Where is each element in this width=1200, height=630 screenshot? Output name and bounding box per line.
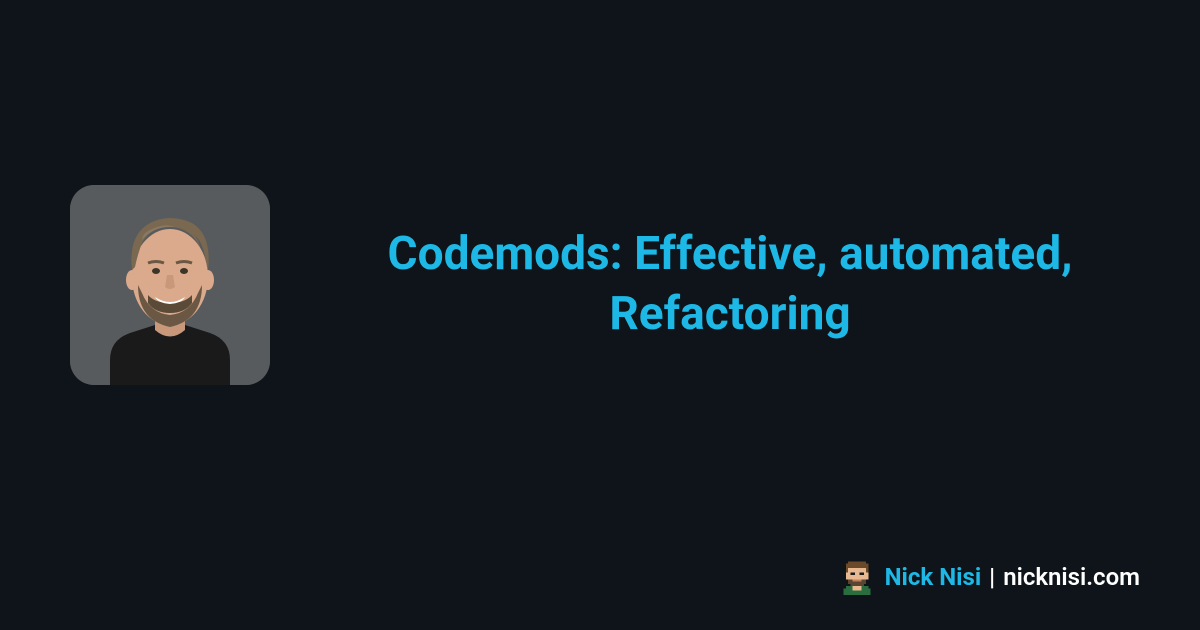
footer: Nick Nisi | nicknisi.com xyxy=(839,559,1140,595)
author-avatar xyxy=(70,185,270,385)
footer-text: Nick Nisi | nicknisi.com xyxy=(885,563,1140,591)
site-url: nicknisi.com xyxy=(1003,563,1140,591)
author-name: Nick Nisi xyxy=(885,563,982,591)
divider: | xyxy=(989,563,995,591)
pixel-avatar-icon xyxy=(839,559,875,595)
card-container: Codemods: Effective, automated, Refactor… xyxy=(0,0,1200,630)
title-area: Codemods: Effective, automated, Refactor… xyxy=(330,225,1130,345)
page-title: Codemods: Effective, automated, Refactor… xyxy=(380,225,1080,345)
